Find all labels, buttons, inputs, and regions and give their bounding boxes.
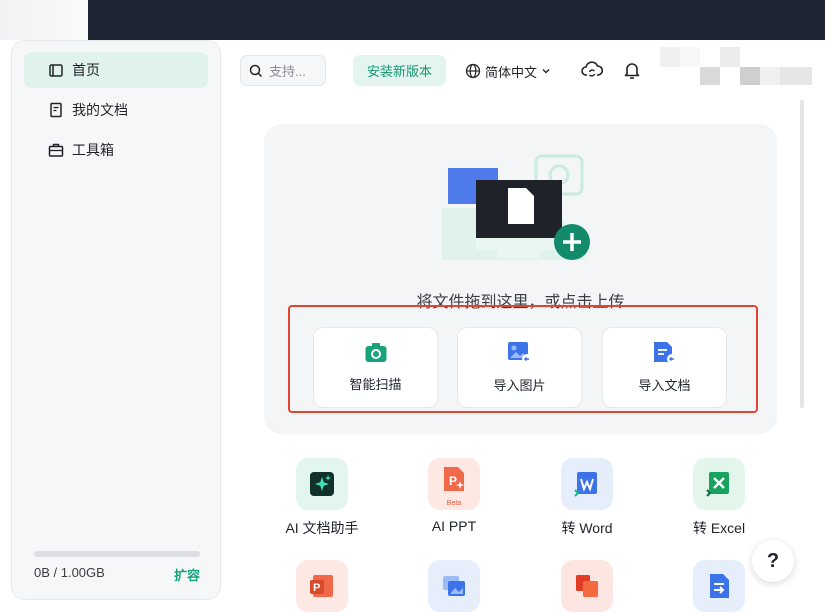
ai-assistant-icon: [296, 458, 348, 510]
svg-text:P: P: [313, 582, 320, 594]
tool-pdf[interactable]: [532, 560, 642, 612]
tool-label: AI 文档助手: [285, 520, 359, 536]
tool-image-convert[interactable]: [399, 560, 509, 612]
convert-excel-icon: [693, 458, 745, 510]
sidebar-item-label: 首页: [72, 62, 100, 78]
globe-icon: [465, 63, 481, 79]
import-document-icon: [653, 342, 677, 364]
tool-label: 转 Word: [561, 520, 613, 536]
image-convert-icon: [428, 560, 480, 612]
sidebar-item-toolbox[interactable]: 工具箱: [24, 132, 208, 168]
ppt-icon: P: [296, 560, 348, 612]
sidebar-item-label: 我的文档: [72, 102, 128, 118]
expand-storage-link[interactable]: 扩容: [174, 565, 200, 584]
dark-title-area: [88, 0, 825, 40]
toolbox-icon: [48, 142, 64, 158]
sidebar-item-home[interactable]: 首页: [24, 52, 208, 88]
tool-label: AI PPT: [431, 518, 477, 534]
install-new-version-button[interactable]: 安装新版本: [353, 55, 446, 86]
upload-illustration-icon: [442, 154, 590, 260]
convert-word-icon: [561, 458, 613, 510]
sidebar-item-my-documents[interactable]: 我的文档: [24, 92, 208, 128]
search-icon: [249, 64, 263, 77]
home-icon: [48, 62, 64, 78]
storage-usage-text: 0B / 1.00GB: [34, 565, 105, 580]
title-bar: [0, 0, 825, 40]
search-placeholder: 支持...: [269, 64, 306, 79]
camera-scan-icon: [365, 343, 386, 362]
smart-scan-button[interactable]: 智能扫描: [313, 327, 438, 408]
pdf-tools-icon: [561, 560, 613, 612]
language-label: 简体中文: [485, 64, 538, 80]
sidebar: 首页 我的文档 工具箱 0B / 1.00GB 扩容: [11, 40, 221, 600]
help-button[interactable]: ?: [752, 540, 794, 582]
chevron-down-icon: [542, 69, 550, 74]
document-icon: [48, 102, 64, 118]
language-selector[interactable]: 简体中文: [465, 58, 551, 84]
import-document-label: 导入文档: [638, 378, 691, 393]
sidebar-item-label: 工具箱: [72, 142, 114, 158]
scrollbar[interactable]: [800, 100, 804, 408]
import-document-button[interactable]: 导入文档: [602, 327, 727, 408]
tool-ai-ppt[interactable]: P Beta AI PPT: [399, 458, 509, 534]
smart-scan-label: 智能扫描: [349, 377, 402, 392]
tool-convert-excel[interactable]: 转 Excel: [664, 458, 774, 538]
bell-icon[interactable]: [620, 58, 644, 82]
storage-progress-bar: [34, 551, 200, 557]
cloud-sync-icon[interactable]: [580, 58, 604, 82]
search-input[interactable]: 支持...: [240, 55, 326, 86]
tool-convert-word[interactable]: 转 Word: [532, 458, 642, 538]
tool-label: 转 Excel: [692, 520, 746, 536]
blurred-logo: [0, 0, 88, 40]
tool-ppt[interactable]: P: [267, 560, 377, 612]
import-image-label: 导入图片: [493, 378, 546, 393]
import-image-button[interactable]: 导入图片: [457, 327, 582, 408]
beta-badge: Beta: [446, 500, 462, 507]
doc-convert-icon: [693, 560, 745, 612]
blurred-user-avatar[interactable]: [660, 45, 812, 85]
ai-ppt-icon: P Beta: [428, 458, 480, 510]
svg-text:P: P: [449, 474, 457, 488]
tool-ai-assistant[interactable]: AI 文档助手: [267, 458, 377, 538]
import-image-icon: [507, 342, 532, 364]
